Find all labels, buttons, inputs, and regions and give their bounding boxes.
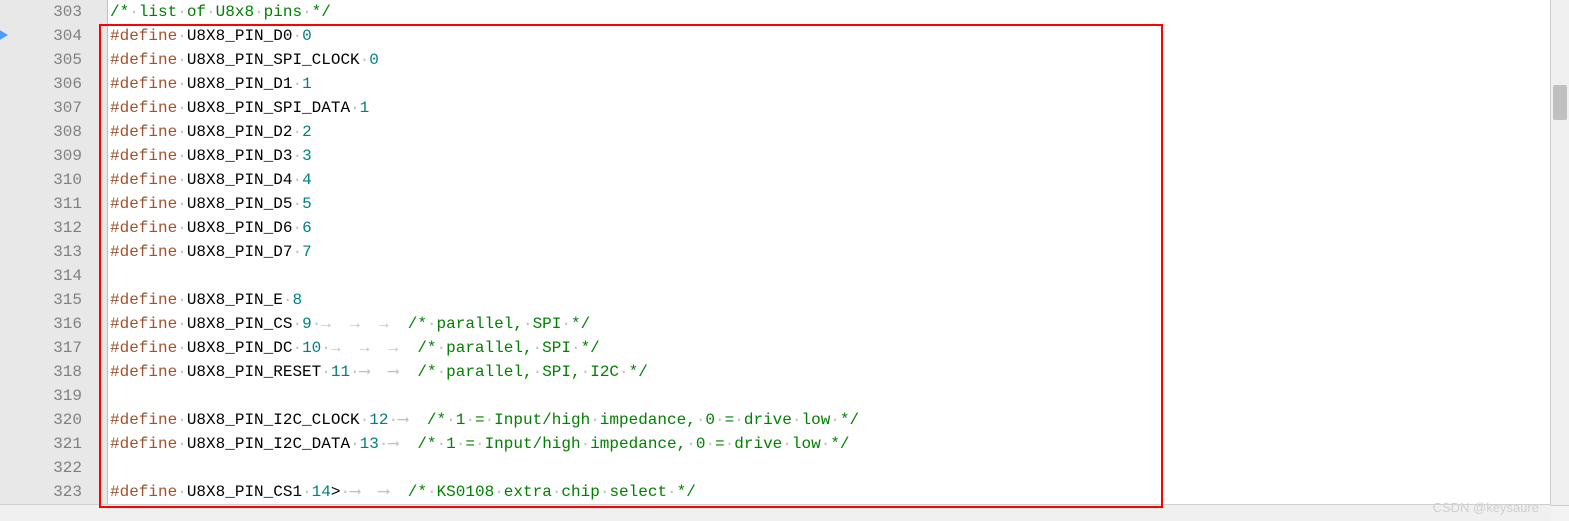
line-number: 310	[6, 168, 82, 192]
code-line[interactable]: #define·U8X8_PIN_DC·10·→ → → /*·parallel…	[110, 336, 1569, 360]
code-line[interactable]	[110, 264, 1569, 288]
code-line[interactable]: #define·U8X8_PIN_D2·2	[110, 120, 1569, 144]
line-number: 311	[6, 192, 82, 216]
code-line[interactable]: #define·U8X8_PIN_D7·7	[110, 240, 1569, 264]
line-number-gutter[interactable]: 3033043053063073083093103113123133143153…	[6, 0, 92, 505]
code-area[interactable]: /*·list·of·U8x8·pins·*/#define·U8X8_PIN_…	[108, 0, 1569, 505]
code-line[interactable]: #define·U8X8_PIN_E·8	[110, 288, 1569, 312]
code-line[interactable]: /*·list·of·U8x8·pins·*/	[110, 0, 1569, 24]
vertical-scrollbar[interactable]	[1550, 0, 1569, 505]
code-line[interactable]: #define·U8X8_PIN_D5·5	[110, 192, 1569, 216]
code-line[interactable]: #define·U8X8_PIN_D4·4	[110, 168, 1569, 192]
code-line[interactable]: #define·U8X8_PIN_I2C_DATA·13·⟶ /*·1·=·In…	[110, 432, 1569, 456]
code-line[interactable]: #define·U8X8_PIN_D0·0	[110, 24, 1569, 48]
line-number: 315	[6, 288, 82, 312]
line-number: 308	[6, 120, 82, 144]
line-number: 313	[6, 240, 82, 264]
code-line[interactable]: #define·U8X8_PIN_CS·9·→ → → /*·parallel,…	[110, 312, 1569, 336]
line-number: 303	[6, 0, 82, 24]
code-line[interactable]: #define·U8X8_PIN_I2C_CLOCK·12·⟶ /*·1·=·I…	[110, 408, 1569, 432]
line-number: 319	[6, 384, 82, 408]
horizontal-scrollbar[interactable]	[0, 504, 1551, 521]
line-number: 314	[6, 264, 82, 288]
code-line[interactable]	[110, 456, 1569, 480]
line-number: 321	[6, 432, 82, 456]
line-number: 322	[6, 456, 82, 480]
line-number: 312	[6, 216, 82, 240]
line-number: 320	[6, 408, 82, 432]
line-number: 323	[6, 480, 82, 504]
line-number: 316	[6, 312, 82, 336]
code-line[interactable]: #define·U8X8_PIN_D3·3	[110, 144, 1569, 168]
watermark-text: CSDN @keysaure	[1433, 500, 1539, 515]
fold-column[interactable]	[92, 0, 108, 505]
code-line[interactable]: #define·U8X8_PIN_SPI_DATA·1	[110, 96, 1569, 120]
code-line[interactable]: #define·U8X8_PIN_RESET·11·⟶ ⟶ /*·paralle…	[110, 360, 1569, 384]
line-number: 305	[6, 48, 82, 72]
code-line[interactable]	[110, 384, 1569, 408]
code-line[interactable]: #define·U8X8_PIN_D1·1	[110, 72, 1569, 96]
scrollbar-thumb[interactable]	[1553, 85, 1567, 120]
code-line[interactable]: #define·U8X8_PIN_D6·6	[110, 216, 1569, 240]
code-line[interactable]: #define·U8X8_PIN_SPI_CLOCK·0	[110, 48, 1569, 72]
code-editor[interactable]: 3033043053063073083093103113123133143153…	[0, 0, 1569, 506]
line-number: 307	[6, 96, 82, 120]
editor-margin	[0, 0, 6, 505]
line-number: 309	[6, 144, 82, 168]
code-line[interactable]: #define·U8X8_PIN_CS1·14>·⟶ ⟶ /*·KS0108·e…	[110, 480, 1569, 504]
execution-arrow-icon	[0, 29, 8, 41]
line-number: 317	[6, 336, 82, 360]
line-number: 318	[6, 360, 82, 384]
line-number: 304	[6, 24, 82, 48]
line-number: 306	[6, 72, 82, 96]
